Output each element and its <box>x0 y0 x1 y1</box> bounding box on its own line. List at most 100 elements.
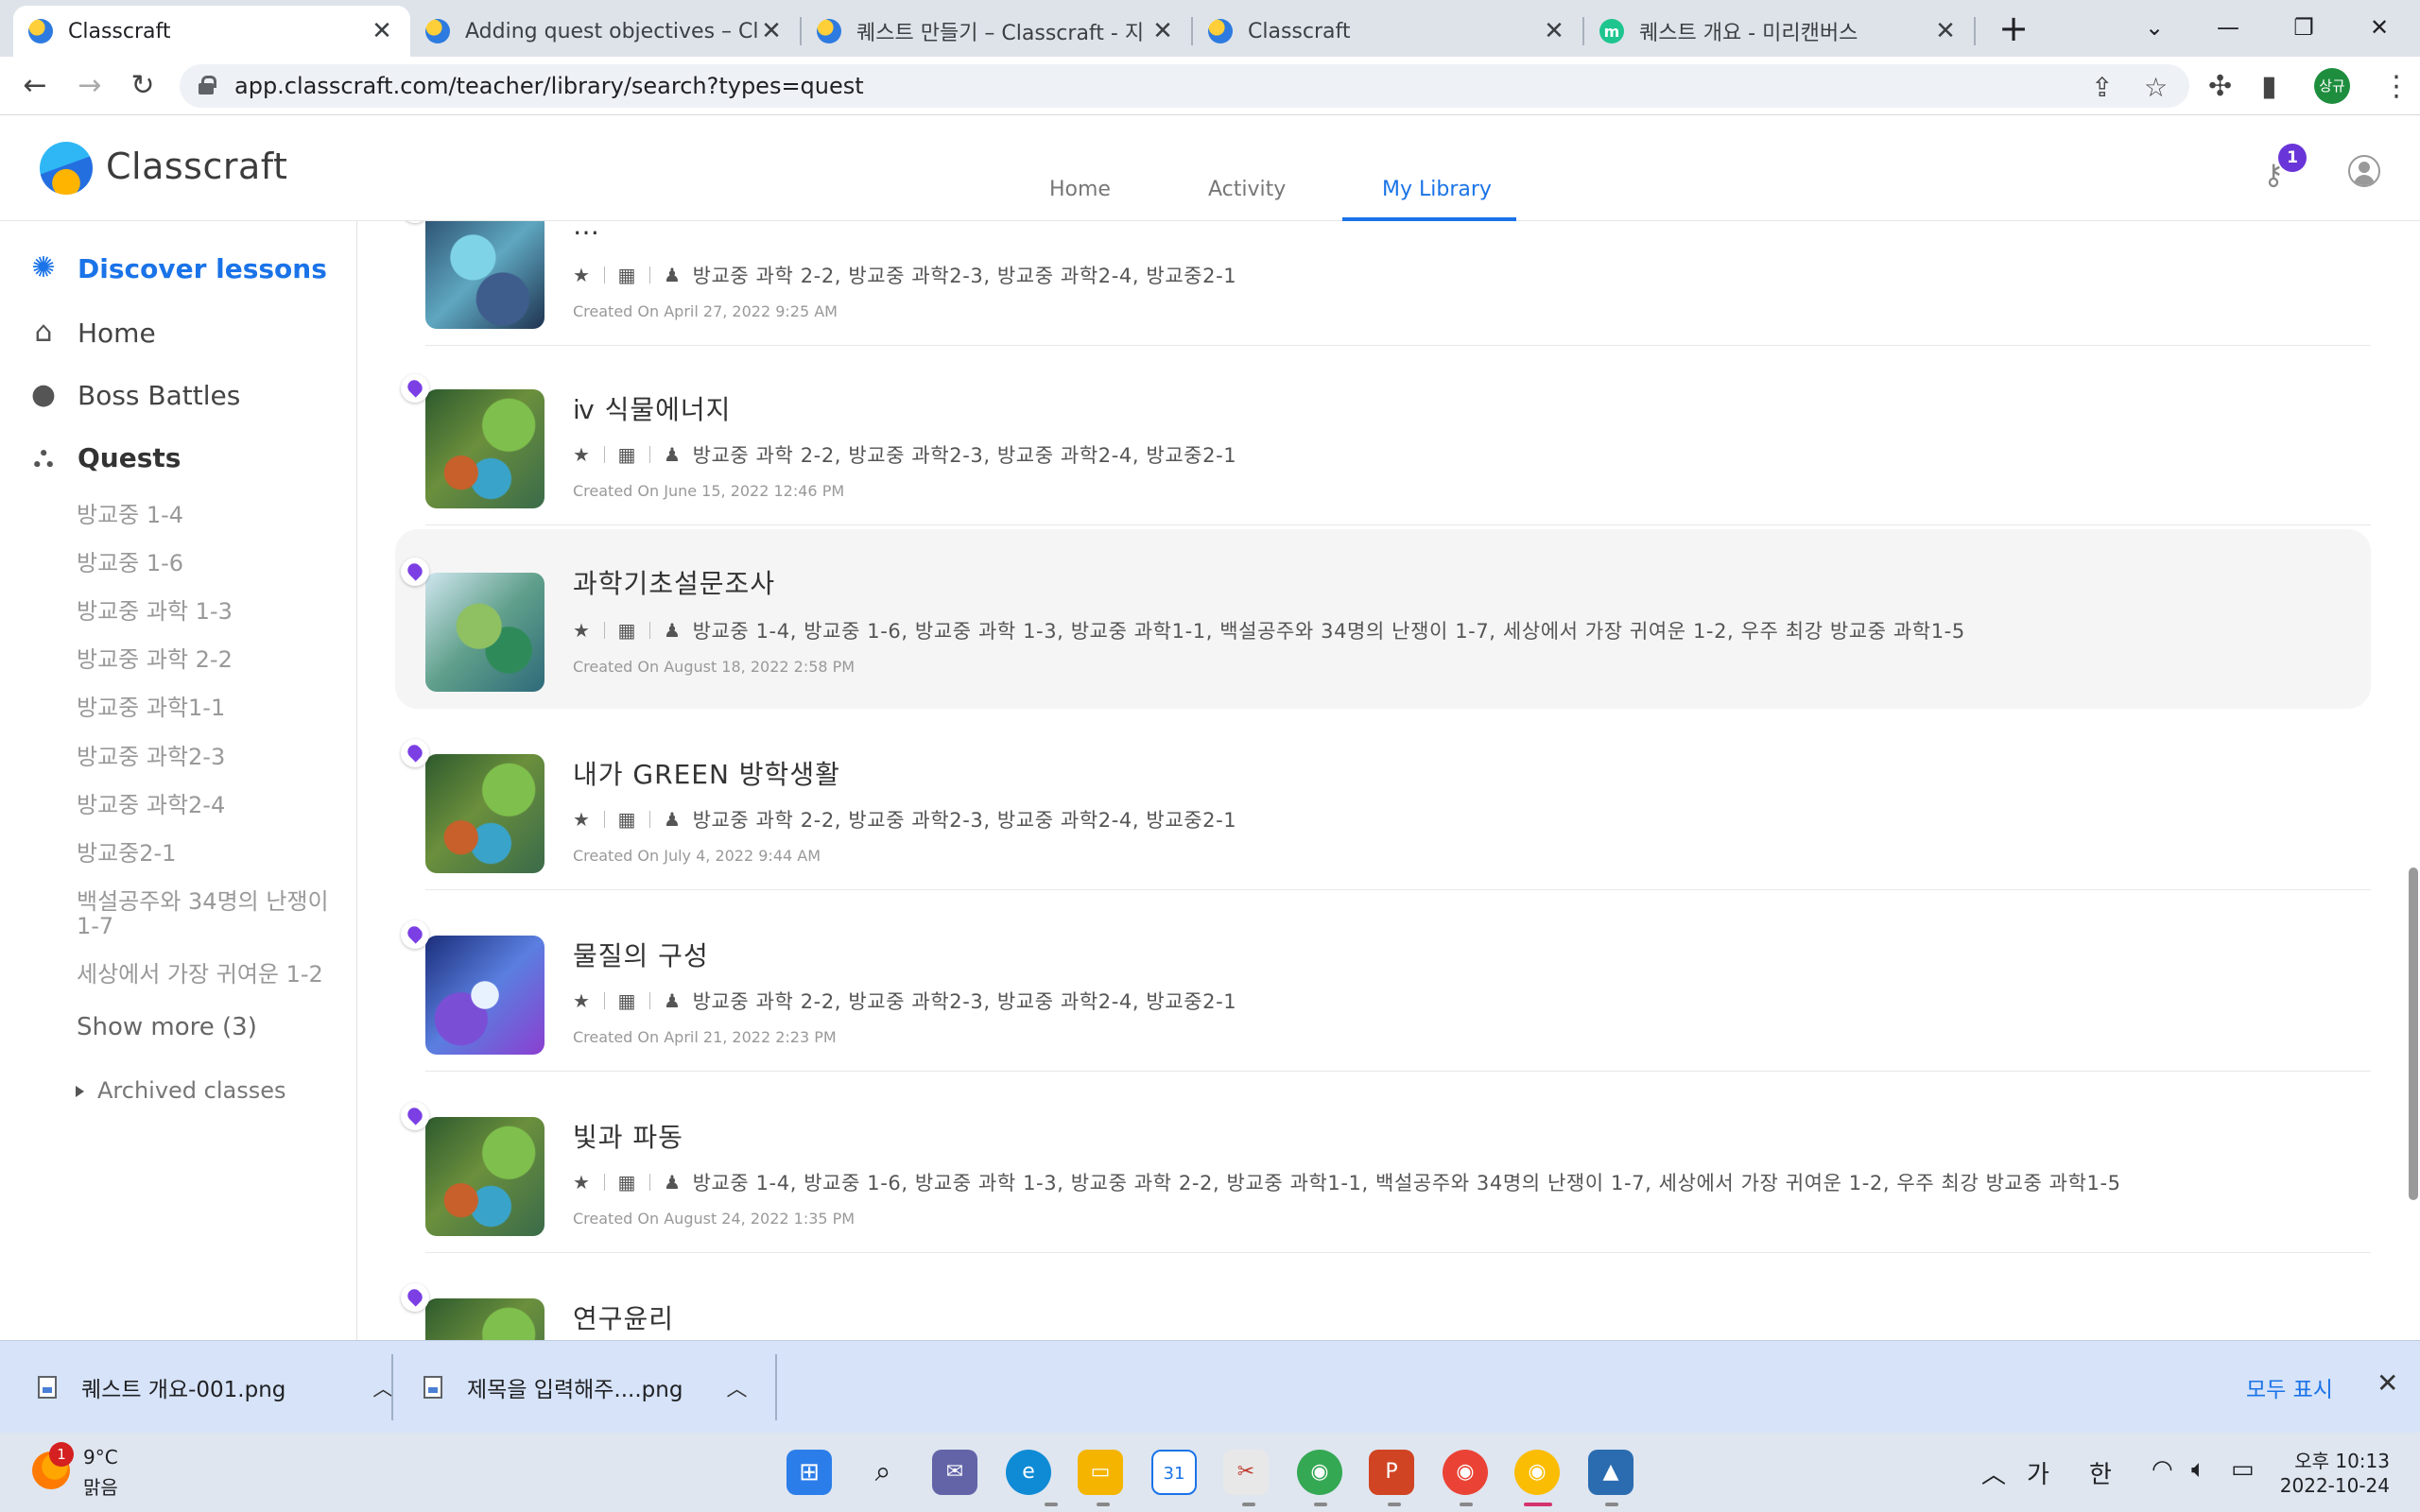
tab-classcraft[interactable]: Classcraft ✕ <box>1193 6 1582 57</box>
nav-my-library[interactable]: My Library <box>1382 178 1492 201</box>
clock-time[interactable]: 오후 10:13 <box>2291 1446 2390 1473</box>
close-tab-icon[interactable]: ✕ <box>1932 17 1959 45</box>
volume-icon[interactable]: 🔈︎ <box>2191 1455 2206 1485</box>
download-item[interactable]: 제목을 입력해주....png ︿ <box>424 1341 747 1434</box>
download-item[interactable]: 퀘스트 개요-001.png ︿ <box>38 1341 393 1434</box>
file-explorer-icon[interactable]: ▭ <box>1078 1450 1123 1495</box>
weather-temperature[interactable]: 9°C <box>83 1446 118 1469</box>
favorite-star-icon[interactable]: ★ <box>573 619 591 642</box>
calendar-icon[interactable]: 31 <box>1151 1450 1197 1495</box>
logo-text[interactable]: Classcraft <box>106 146 287 187</box>
ime-hangul-toggle[interactable]: 한 <box>2089 1455 2112 1490</box>
profile-avatar[interactable]: 상규 <box>2314 68 2350 104</box>
favorite-star-icon[interactable]: ★ <box>573 443 591 466</box>
close-tab-icon[interactable]: ✕ <box>1150 17 1176 45</box>
teams-chat-icon[interactable]: ✉ <box>932 1450 977 1495</box>
quest-thumbnail[interactable] <box>425 573 544 692</box>
sidebar-class-item[interactable]: 방교중2-1 <box>77 841 341 866</box>
bookmark-star-icon[interactable]: ☆ <box>2144 72 2168 103</box>
show-all-downloads-link[interactable]: 모두 표시 <box>2246 1371 2333 1403</box>
back-arrow-icon[interactable]: ← <box>15 66 55 106</box>
snipping-tool-icon[interactable]: ✂ <box>1223 1450 1269 1495</box>
sidebar-class-item[interactable]: 방교중 과학2-4 <box>77 793 341 817</box>
sidebar-class-item[interactable]: 방교중 과학 1-3 <box>77 599 341 624</box>
search-icon[interactable]: ⌕ <box>860 1450 906 1495</box>
chrome-profile-1-icon[interactable]: ◉ <box>1297 1450 1342 1495</box>
favorite-star-icon[interactable]: ★ <box>573 989 591 1012</box>
quest-row[interactable]: ⅳ 식물에너지 ★ ▦ ♟ 방교중 과학 2-2, 방교중 과학2-3, 방교중… <box>397 346 2371 525</box>
quest-title[interactable]: 연구윤리 <box>573 1298 674 1336</box>
quest-row-hovered[interactable]: 과학기초설문조사 ★ ▦ ♟ 방교중 1-4, 방교중 1-6, 방교중 과학 … <box>395 529 2371 709</box>
battery-icon[interactable]: ▭ <box>2231 1455 2255 1484</box>
quest-title[interactable]: 과학기초설문조사 <box>573 563 775 601</box>
lock-icon[interactable] <box>199 76 216 94</box>
quest-title[interactable]: 빛과 파동 <box>573 1117 683 1155</box>
quest-row[interactable]: 연구윤리 <box>397 1255 2371 1340</box>
close-tab-icon[interactable]: ✕ <box>1541 17 1567 45</box>
download-filename[interactable]: 퀘스트 개요-001.png <box>81 1371 285 1403</box>
page-scrollbar[interactable] <box>2409 868 2418 1200</box>
extensions-puzzle-icon[interactable]: ✣ <box>2208 70 2232 103</box>
sidebar-item-quests[interactable]: ⛬ Quests <box>26 440 182 474</box>
sidebar-class-item[interactable]: 방교중 과학1-1 <box>77 696 341 720</box>
nav-home[interactable]: Home <box>1049 178 1111 201</box>
wifi-icon[interactable]: ◠ <box>2152 1455 2173 1484</box>
quest-row[interactable]: 내가 GREEN 방학생활 ★ ▦ ♟ 방교중 과학 2-2, 방교중 과학2-… <box>397 711 2371 890</box>
nav-activity[interactable]: Activity <box>1208 178 1286 201</box>
close-downloads-icon[interactable]: ✕ <box>2377 1367 2398 1399</box>
tab-classcraft-active[interactable]: Classcraft ✕ <box>13 6 410 57</box>
quest-row[interactable]: … ★ ▦ ♟ 방교중 과학 2-2, 방교중 과학2-3, 방교중 과학2-4… <box>397 221 2371 346</box>
sidebar-item-boss-battles[interactable]: ● Boss Battles <box>26 378 240 412</box>
ime-korean-mode[interactable]: 가 <box>2027 1455 2049 1490</box>
address-bar[interactable]: app.classcraft.com/teacher/library/searc… <box>180 64 2189 108</box>
weather-condition[interactable]: 맑음 <box>83 1472 118 1500</box>
quest-thumbnail[interactable] <box>425 754 544 873</box>
sidebar-class-item[interactable]: 방교중 1-4 <box>77 503 341 527</box>
chrome-profile-2-icon[interactable]: ◉ <box>1443 1450 1488 1495</box>
edge-browser-icon[interactable]: e <box>1006 1450 1051 1495</box>
favorite-star-icon[interactable]: ★ <box>573 808 591 831</box>
photos-app-icon[interactable]: ▲ <box>1588 1450 1634 1495</box>
reload-icon[interactable]: ↻ <box>123 66 163 106</box>
sidebar-class-item[interactable]: 방교중 과학2-3 <box>77 745 341 769</box>
chevron-up-icon[interactable]: ︿ <box>726 1372 747 1402</box>
powerpoint-icon[interactable]: P <box>1369 1450 1414 1495</box>
share-icon[interactable]: ⇪ <box>2091 72 2113 103</box>
tab-search-chevron-icon[interactable]: ⌄ <box>2121 6 2187 49</box>
clock-date[interactable]: 2022-10-24 <box>2273 1474 2390 1497</box>
quest-row[interactable]: 물질의 구성 ★ ▦ ♟ 방교중 과학 2-2, 방교중 과학2-3, 방교중 … <box>397 892 2371 1072</box>
quest-thumbnail[interactable] <box>425 1298 544 1340</box>
quest-row[interactable]: 빛과 파동 ★ ▦ ♟ 방교중 1-4, 방교중 1-6, 방교중 과학 1-3… <box>397 1074 2371 1253</box>
quest-thumbnail[interactable] <box>425 221 544 329</box>
favorite-star-icon[interactable]: ★ <box>573 1171 591 1194</box>
sidebar-class-item[interactable]: 백설공주와 34명의 난쟁이 1-7 <box>77 889 332 938</box>
chrome-active-icon[interactable]: ◉ <box>1514 1450 1560 1495</box>
sidebar-class-item[interactable]: 방교중 과학 2-2 <box>77 647 341 672</box>
quest-thumbnail[interactable] <box>425 1117 544 1236</box>
restore-window-icon[interactable]: ❐ <box>2271 6 2337 49</box>
sidebar-class-item[interactable]: 세상에서 가장 귀여운 1-2 <box>77 962 341 987</box>
sidebar-class-item[interactable]: 방교중 1-6 <box>77 551 341 576</box>
forward-arrow-icon[interactable]: → <box>70 66 110 106</box>
quest-title[interactable]: ⅳ 식물에너지 <box>573 389 731 427</box>
show-more-classes-button[interactable]: Show more (3) <box>77 1013 257 1041</box>
tab-miricanvas[interactable]: m 퀘스트 개요 - 미리캔버스 ✕ <box>1584 6 1974 57</box>
quest-thumbnail[interactable] <box>425 936 544 1055</box>
tab-create-quest[interactable]: 퀘스트 만들기 – Classcraft - 지 ✕ <box>802 6 1191 57</box>
sidebar-item-home[interactable]: ⌂ Home <box>26 316 155 350</box>
quest-thumbnail[interactable] <box>425 389 544 508</box>
side-panel-icon[interactable]: ▮ <box>2261 70 2277 103</box>
close-tab-icon[interactable]: ✕ <box>369 17 395 45</box>
close-window-icon[interactable]: ✕ <box>2346 6 2412 49</box>
quest-title[interactable]: 물질의 구성 <box>573 936 709 973</box>
sidebar-item-discover-lessons[interactable]: ✺ Discover lessons <box>26 251 326 285</box>
new-tab-button[interactable]: + <box>1993 8 2034 49</box>
classcraft-logo-icon[interactable] <box>40 142 93 195</box>
tab-adding-quest-objectives[interactable]: Adding quest objectives – Classcraft ✕ <box>410 6 800 57</box>
archived-classes-toggle[interactable]: Archived classes <box>76 1077 286 1104</box>
user-account-icon[interactable] <box>2348 155 2380 187</box>
quest-title[interactable]: … <box>573 221 600 241</box>
minimize-window-icon[interactable]: — <box>2195 6 2261 49</box>
quest-title[interactable]: 내가 GREEN 방학생활 <box>573 754 840 792</box>
browser-menu-icon[interactable]: ⋮ <box>2382 70 2411 103</box>
